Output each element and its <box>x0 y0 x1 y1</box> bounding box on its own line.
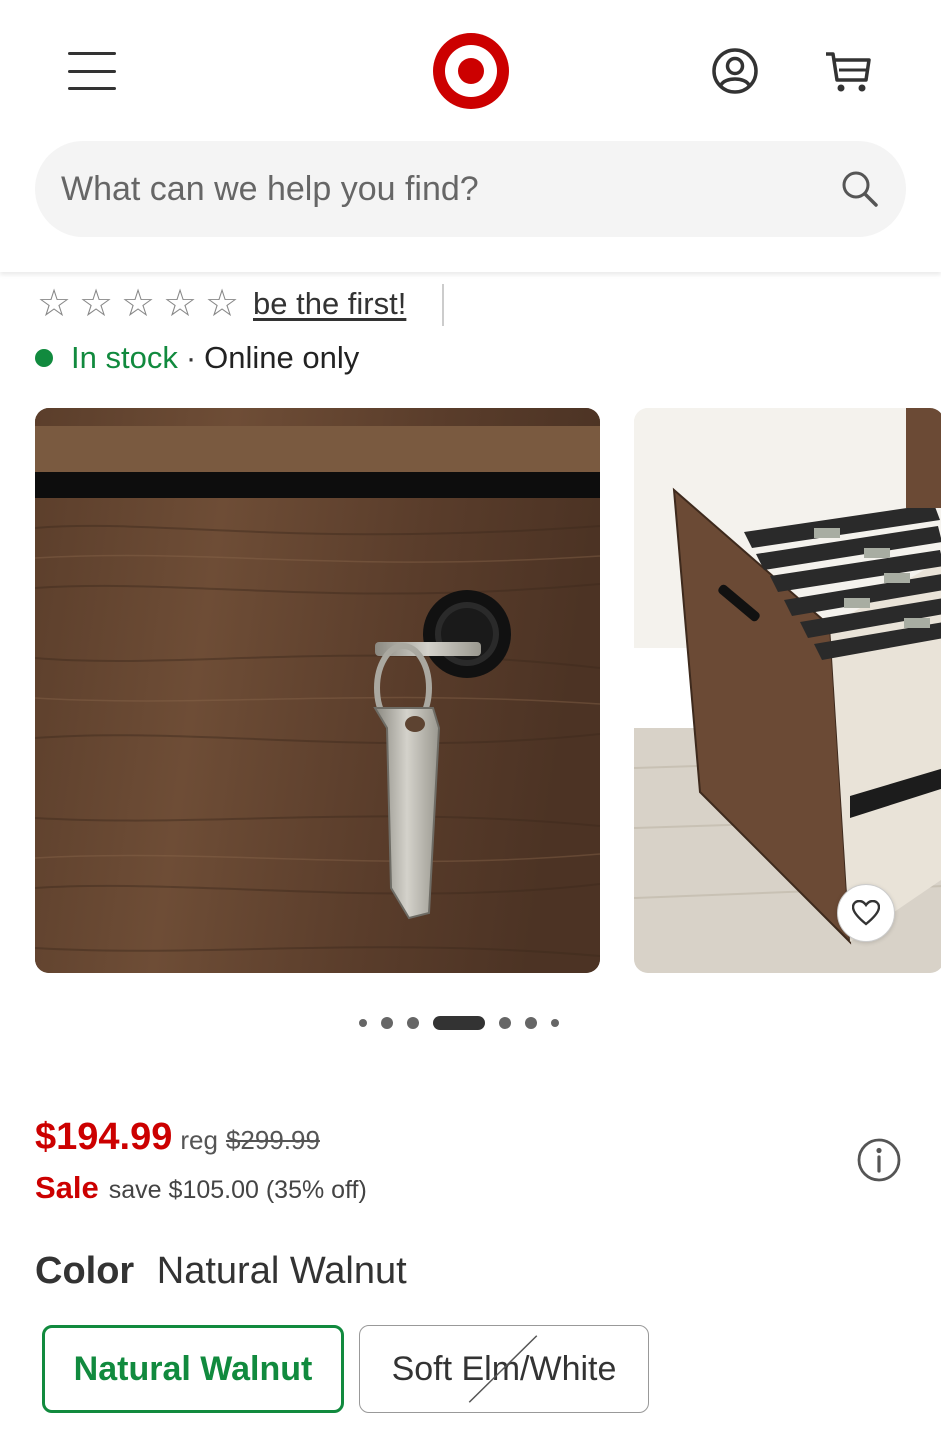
reg-label: reg <box>180 1125 218 1155</box>
search-icon[interactable] <box>840 169 880 209</box>
search-input[interactable] <box>61 141 841 237</box>
star-empty-icon: ☆ <box>36 283 72 325</box>
savings-text: save $105.00 (35% off) <box>108 1176 367 1204</box>
product-image-drawer-lock[interactable] <box>35 408 600 973</box>
selected-color-name: Natural Walnut <box>156 1250 407 1292</box>
hamburger-icon[interactable] <box>68 52 116 90</box>
star-empty-icon: ☆ <box>120 283 156 325</box>
unavailable-slash <box>468 1335 538 1403</box>
carousel-dot[interactable] <box>359 1019 367 1027</box>
in-stock-dot <box>35 349 53 367</box>
info-icon[interactable] <box>856 1137 902 1183</box>
carousel-dot[interactable] <box>381 1017 393 1029</box>
star-empty-icon: ☆ <box>204 283 240 325</box>
carousel-dot[interactable] <box>407 1017 419 1029</box>
drawer-lock-illustration <box>35 408 600 973</box>
availability-label: Online only <box>204 340 360 375</box>
cart-icon[interactable] <box>822 46 874 96</box>
sale-row: Sale save $105.00 (35% off) <box>35 1170 367 1206</box>
price-row: $194.99 reg $299.99 <box>35 1116 320 1159</box>
carousel-dot[interactable] <box>499 1017 511 1029</box>
original-price: $299.99 <box>225 1125 320 1155</box>
target-logo[interactable] <box>431 31 511 111</box>
star-empty-icon: ☆ <box>162 283 198 325</box>
search-bar <box>35 141 906 237</box>
product-image-file-drawer[interactable] <box>634 408 941 973</box>
stock-status: In stock · Online only <box>35 340 359 376</box>
current-price: $194.99 <box>35 1116 173 1158</box>
divider <box>442 284 444 326</box>
carousel-dots <box>352 1014 566 1032</box>
carousel-dot[interactable] <box>525 1017 537 1029</box>
separator: · <box>185 340 197 375</box>
carousel-dot[interactable] <box>551 1019 559 1027</box>
color-heading: Color Natural Walnut <box>35 1250 407 1293</box>
color-option-label: Natural Walnut <box>73 1349 313 1388</box>
file-drawer-illustration <box>634 408 941 973</box>
color-option-soft-elm-white[interactable]: Soft Elm/White <box>359 1325 649 1413</box>
color-label: Color <box>35 1250 135 1292</box>
carousel-dot-active[interactable] <box>433 1016 485 1030</box>
favorite-button[interactable] <box>837 884 895 942</box>
rating-row: ☆ ☆ ☆ ☆ ☆ be the first! <box>33 280 406 328</box>
stock-label: In stock <box>71 340 178 375</box>
sale-label: Sale <box>35 1170 99 1205</box>
heart-icon <box>852 900 880 926</box>
star-empty-icon: ☆ <box>78 283 114 325</box>
top-header <box>0 0 941 272</box>
color-option-natural-walnut[interactable]: Natural Walnut <box>42 1325 344 1413</box>
write-review-link[interactable]: be the first! <box>253 286 406 322</box>
account-icon[interactable] <box>710 46 760 96</box>
